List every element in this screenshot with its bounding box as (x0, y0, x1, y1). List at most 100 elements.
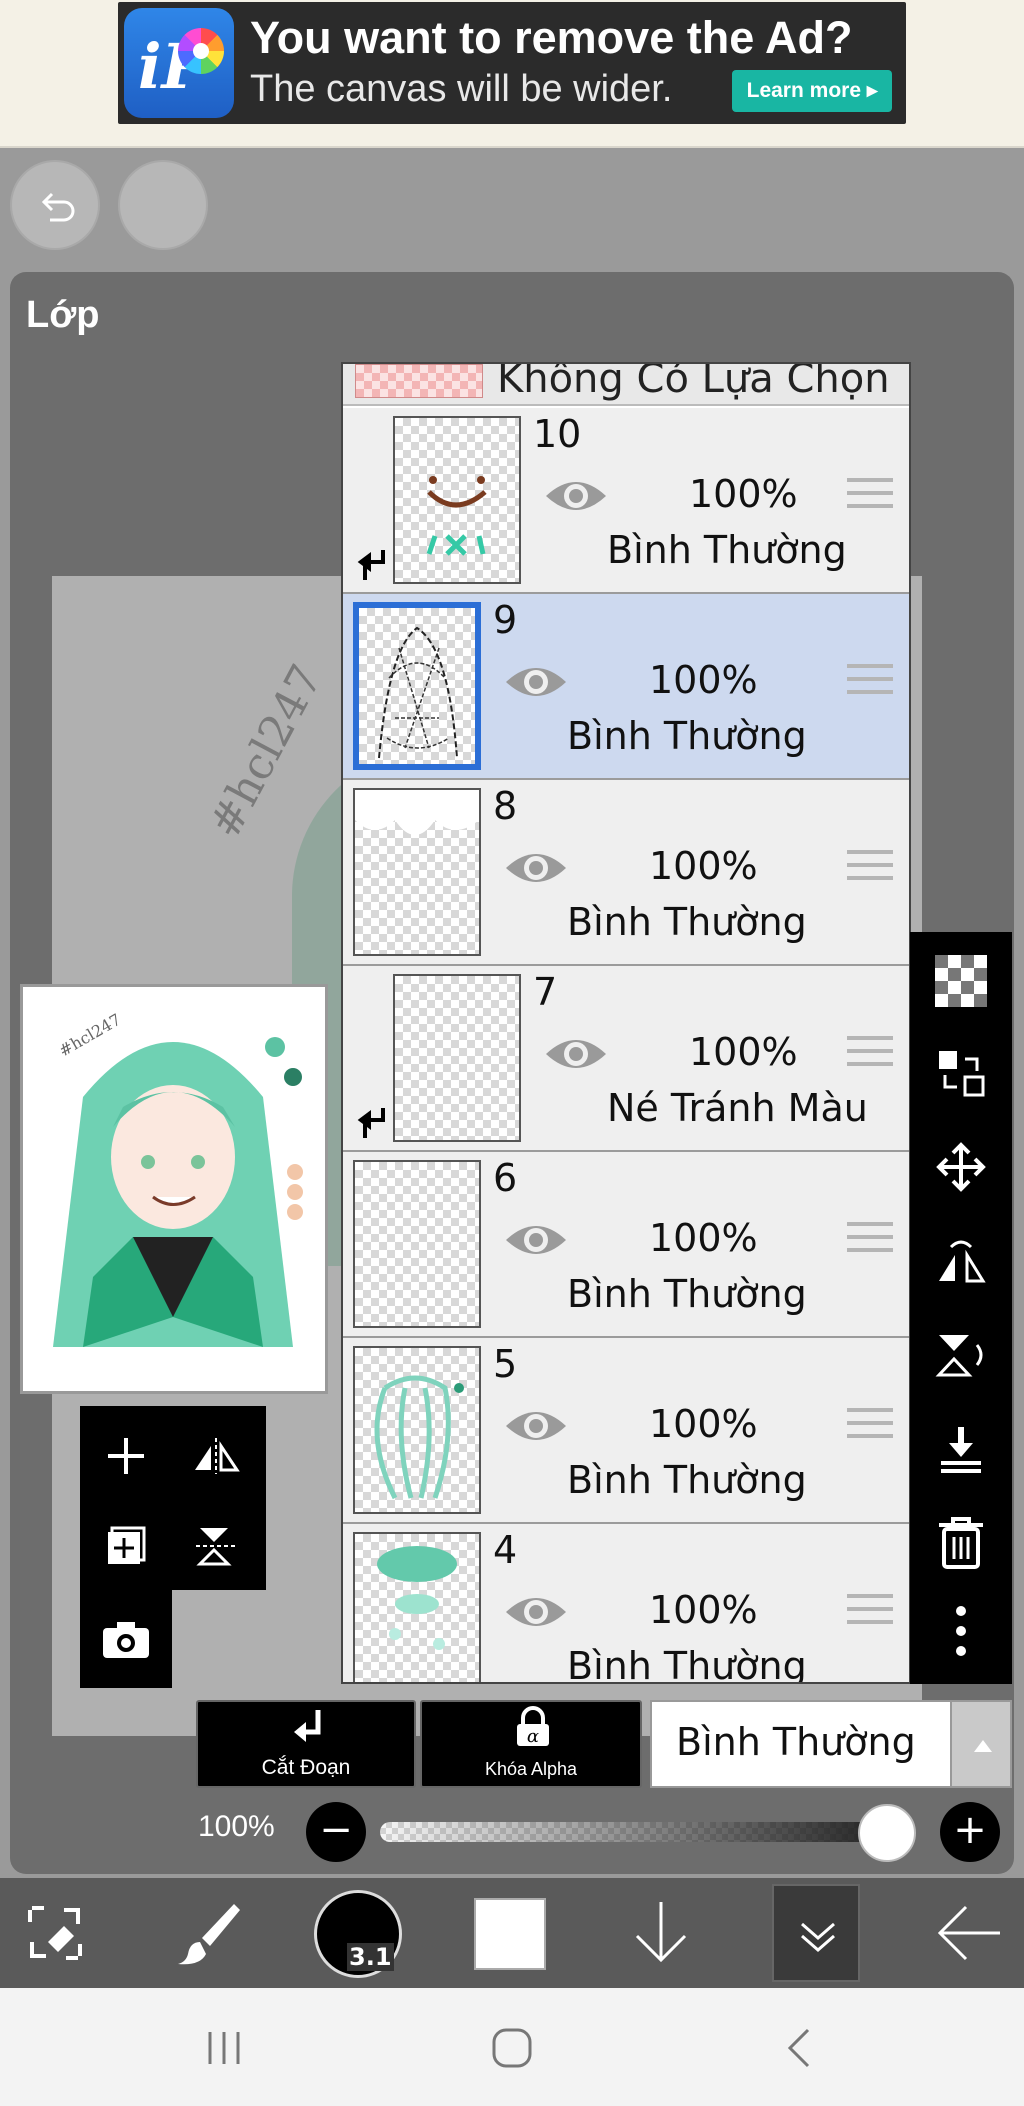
color-swatch-button[interactable] (474, 1898, 546, 1970)
more-options-button[interactable] (922, 1592, 1000, 1670)
drag-handle-icon[interactable] (847, 1222, 893, 1262)
layer-row[interactable]: 6 100% Bình Thường (343, 1152, 909, 1338)
visibility-eye-icon[interactable] (503, 846, 569, 890)
layer-row[interactable]: 4 100% Bình Thường (343, 1524, 909, 1682)
redo-button[interactable] (118, 160, 208, 250)
layer-blend-mode: Bình Thường (607, 528, 847, 572)
home-icon[interactable] (490, 2026, 534, 2070)
learn-more-button[interactable]: Learn more ▸ (732, 70, 892, 112)
camera-icon (103, 1622, 149, 1658)
arrow-left-icon (937, 1905, 1000, 1961)
drag-handle-icon[interactable] (847, 850, 893, 890)
layer-thumbnail[interactable] (353, 1160, 481, 1328)
swap-layer-icon (939, 1051, 985, 1097)
layers-button[interactable] (772, 1884, 860, 1982)
visibility-eye-icon[interactable] (503, 1404, 569, 1448)
brush-size-value: 3.1 (347, 1943, 394, 1971)
duplicate-layer-icon (108, 1526, 146, 1564)
layer-thumbnail[interactable] (353, 1532, 481, 1682)
layer-thumbnail[interactable] (393, 416, 521, 584)
flip-horizontal-icon (195, 1438, 240, 1474)
merge-down-button[interactable] (922, 1410, 1000, 1488)
camera-button[interactable] (86, 1600, 166, 1680)
layer-number: 9 (493, 598, 518, 642)
visibility-eye-icon[interactable] (543, 474, 609, 518)
back-button[interactable] (914, 1878, 1024, 1988)
layer-number: 4 (493, 1528, 518, 1572)
drag-handle-icon[interactable] (847, 664, 893, 704)
visibility-eye-icon[interactable] (503, 1590, 569, 1634)
flip-vertical-layer-button[interactable] (922, 1316, 1000, 1394)
tool-selection-button[interactable] (0, 1878, 110, 1988)
layer-number: 8 (493, 784, 518, 828)
layer-list[interactable]: Không Có Lựa Chọn 10 100% Bình Thường 9 100%… (341, 362, 911, 1684)
alpha-lock-label: Khóa Alpha (484, 1759, 578, 1779)
ad-subtitle: The canvas will be wider. (250, 68, 673, 110)
undo-icon (41, 192, 75, 222)
flip-horizontal-button[interactable] (176, 1416, 256, 1496)
layer-row[interactable]: 8 100% Bình Thường (343, 780, 909, 966)
layer-row[interactable]: 5 100% Bình Thường (343, 1338, 909, 1524)
opacity-slider-track[interactable] (380, 1822, 910, 1842)
drag-handle-icon[interactable] (847, 478, 893, 518)
layers-icon (801, 1922, 835, 1952)
layer-number: 6 (493, 1156, 518, 1200)
brush-tool-button[interactable] (154, 1878, 264, 1988)
layer-thumbnail[interactable] (353, 1346, 481, 1514)
layer-thumbnail[interactable] (353, 602, 481, 770)
move-button[interactable] (922, 1128, 1000, 1206)
panel-title: Lớp (26, 294, 100, 336)
ad-area: iP You want to remove the Ad? The canvas… (0, 0, 1024, 148)
flip-horizontal-layer-button[interactable] (922, 1222, 1000, 1300)
layer-panel: Lớp #hcl247 #hcl247 Không Có Lựa Chọn 10… (10, 272, 1014, 1874)
layer-row[interactable]: 9 100% Bình Thường (343, 594, 909, 780)
drag-handle-icon[interactable] (847, 1408, 893, 1448)
swap-layer-button[interactable] (922, 1034, 1000, 1112)
visibility-eye-icon[interactable] (503, 1218, 569, 1262)
move-icon (936, 1142, 986, 1192)
duplicate-layer-button[interactable] (86, 1506, 166, 1586)
transparent-bg-button[interactable] (922, 942, 1000, 1020)
right-layer-tools (910, 932, 1012, 1684)
trash-icon (939, 1517, 983, 1569)
clipping-arrow-icon (294, 1710, 321, 1742)
canvas-preview[interactable]: #hcl247 (20, 984, 328, 1394)
delete-layer-button[interactable] (922, 1504, 1000, 1582)
alpha-lock-button[interactable]: α Khóa Alpha (420, 1700, 642, 1788)
drag-handle-icon[interactable] (847, 1036, 893, 1076)
opacity-decrease-button[interactable]: − (306, 1802, 366, 1862)
preview-artwork: #hcl247 (23, 987, 325, 1391)
blend-mode-dropdown-button[interactable] (950, 1700, 1012, 1788)
flip-vertical-button[interactable] (176, 1506, 256, 1586)
drag-handle-icon[interactable] (847, 1594, 893, 1634)
opacity-slider-thumb[interactable] (858, 1804, 916, 1862)
layer-opacity: 100% (649, 1588, 758, 1632)
move-down-button[interactable] (606, 1878, 716, 1988)
layer-blend-mode: Bình Thường (567, 1272, 807, 1316)
minus-icon: − (319, 1807, 353, 1853)
clipping-arrow-icon (357, 1108, 385, 1138)
layer-row[interactable]: 7 100% Né Tránh Màu (343, 966, 909, 1152)
undo-button[interactable] (10, 160, 100, 250)
opacity-increase-button[interactable]: + (940, 1802, 1000, 1862)
selection-thumbnail (355, 364, 483, 398)
recent-apps-icon[interactable] (204, 2028, 244, 2068)
visibility-eye-icon[interactable] (543, 1032, 609, 1076)
layer-number: 5 (493, 1342, 518, 1386)
layer-thumbnail[interactable] (353, 788, 481, 956)
layer-row[interactable]: 10 100% Bình Thường (343, 408, 909, 594)
add-layer-button[interactable] (86, 1416, 166, 1496)
layer-thumbnail[interactable] (393, 974, 521, 1142)
ad-banner[interactable]: iP You want to remove the Ad? The canvas… (118, 2, 906, 124)
layer-opacity: 100% (649, 658, 758, 702)
layer-blend-mode: Bình Thường (567, 714, 807, 758)
clipping-button[interactable]: Cắt Đoạn (196, 1700, 416, 1788)
brush-size-button[interactable]: 3.1 (314, 1890, 402, 1978)
blend-mode-select[interactable]: Bình Thường (650, 1700, 970, 1788)
selection-layer[interactable]: Không Có Lựa Chọn (343, 364, 909, 406)
arrow-down-icon (635, 1902, 687, 1963)
app-screen: iP You want to remove the Ad? The canvas… (0, 0, 1024, 2106)
system-back-icon[interactable] (784, 2026, 814, 2070)
clipping-label: Cắt Đoạn (261, 1756, 351, 1779)
visibility-eye-icon[interactable] (503, 660, 569, 704)
